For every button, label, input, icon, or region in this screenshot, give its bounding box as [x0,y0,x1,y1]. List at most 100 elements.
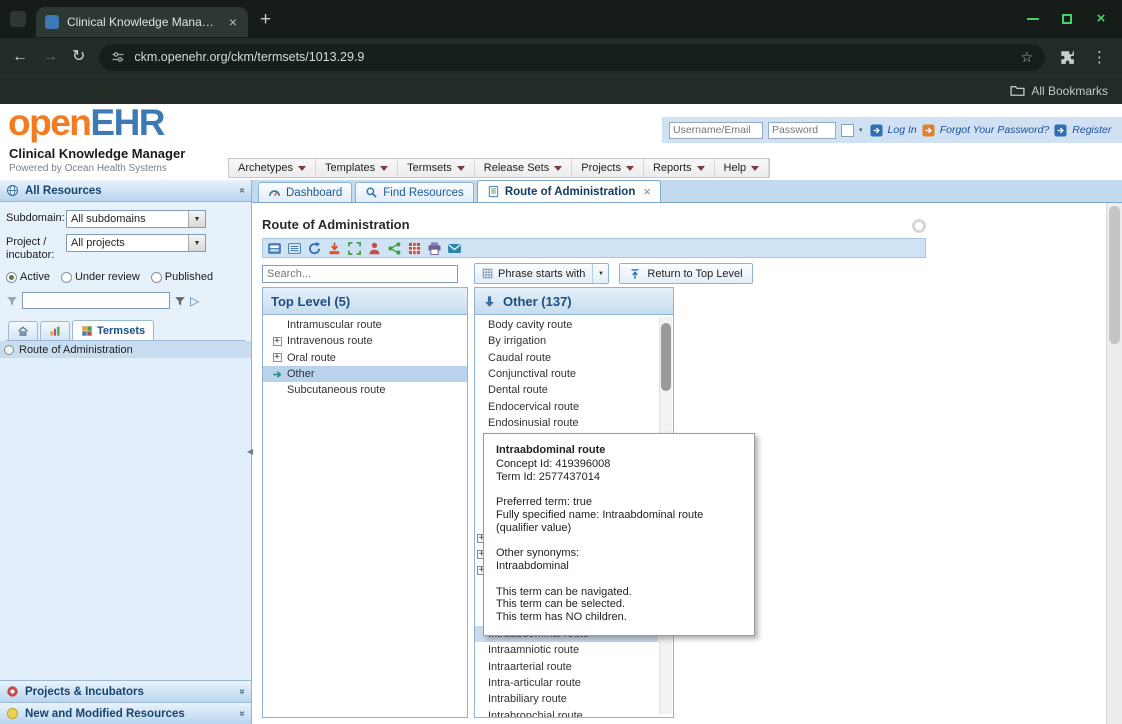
tab-close-icon[interactable]: × [227,15,239,29]
menu-item-reports[interactable]: Reports [644,159,715,177]
fit-screen-icon[interactable] [347,241,362,256]
tab-close-icon[interactable]: × [643,185,651,198]
expand-icon[interactable]: + [273,353,282,362]
password-field[interactable] [768,122,836,139]
page-scrollbar[interactable] [1106,203,1122,724]
list-item[interactable]: Intraamniotic route [475,642,658,658]
run-filter-icon[interactable]: ▷ [190,295,199,307]
list-item[interactable]: Intra-articular route [475,675,658,691]
back-icon[interactable]: ← [12,49,28,65]
search-input[interactable] [262,265,458,283]
list-item[interactable]: Body cavity route [475,317,673,333]
projects-incubators-panel[interactable]: Projects & Incubators » [0,680,251,702]
radio-under-review[interactable]: Under review [61,271,140,283]
tab-find-resources[interactable]: Find Resources [355,182,474,202]
new-tab-button[interactable]: + [260,10,271,29]
caret-down-icon [751,166,759,171]
star-icon[interactable]: ☆ [1020,49,1033,66]
minimize-icon[interactable] [1026,12,1040,26]
list-view-icon[interactable] [287,241,302,256]
term-tooltip: Intraabdominal route Concept Id: 4193960… [483,433,755,636]
expand-icon[interactable]: + [271,353,283,362]
all-bookmarks-label[interactable]: All Bookmarks [1031,84,1108,98]
menu-item-templates[interactable]: Templates [316,159,398,177]
list-item[interactable]: +Intravenous route [263,333,467,349]
mail-icon[interactable] [447,241,462,256]
download-icon[interactable] [327,241,342,256]
radio-active[interactable]: Active [6,271,50,283]
tab-dashboard[interactable]: Dashboard [258,182,352,202]
list-item[interactable]: Dental route [475,382,673,398]
url-bar[interactable]: ckm.openehr.org/ckm/termsets/1013.29.9 ☆ [99,44,1045,71]
apply-filter-icon[interactable] [174,295,186,307]
forward-icon[interactable]: → [42,49,58,65]
select-arrow-icon[interactable]: ▼ [188,211,205,227]
caret-down-icon[interactable]: ▾ [859,126,863,134]
close-icon[interactable]: × [1094,12,1108,26]
select-arrow-icon[interactable]: ▼ [188,235,205,251]
sidebar-collapse-icon[interactable]: ◀ [247,448,253,456]
sidebar-tab-termsets[interactable]: Termsets [72,320,154,340]
filter-input[interactable] [22,292,170,309]
sidebar-tab-charts[interactable] [40,321,70,340]
scrollbar-thumb[interactable] [661,323,671,391]
caret-down-icon[interactable]: ▼ [592,264,608,283]
list-item[interactable]: Other [263,366,467,382]
table-icon[interactable] [407,241,422,256]
menu-item-archetypes[interactable]: Archetypes [229,159,316,177]
collapse-chevron-icon[interactable]: » [237,188,248,194]
forgot-password-link[interactable]: Forgot Your Password? [940,124,1050,136]
tree-item-route-of-administration[interactable]: Route of Administration [0,341,251,358]
radio-published[interactable]: Published [151,271,213,283]
log-in-button[interactable]: Log In [888,124,917,136]
list-item[interactable]: Subcutaneous route [263,382,467,398]
menu-item-release-sets[interactable]: Release Sets [475,159,572,177]
list-item[interactable]: Intrabronchial route [475,707,658,717]
tune-icon[interactable] [111,50,125,64]
list-item[interactable]: Intramuscular route [263,317,467,333]
reload-icon[interactable]: ↻ [72,49,85,65]
tab-route-of-administration[interactable]: Route of Administration × [477,180,661,202]
main-column: Dashboard Find Resources Route of Admini… [252,180,1122,724]
phrase-starts-with-button[interactable]: Phrase starts with ▼ [474,263,609,284]
list-item[interactable]: Caudal route [475,350,673,366]
expand-icon[interactable]: + [271,337,283,346]
list-item[interactable]: Intraarterial route [475,659,658,675]
list-item[interactable]: Endocervical route [475,398,673,414]
card-view-icon[interactable] [267,241,282,256]
browser-app-icon[interactable] [10,11,26,27]
extensions-icon[interactable] [1059,49,1075,65]
new-modified-resources-panel[interactable]: New and Modified Resources » [0,702,251,724]
url-text[interactable]: ckm.openehr.org/ckm/termsets/1013.29.9 [134,50,1011,64]
subdomain-select[interactable]: All subdomains ▼ [66,210,206,228]
maximize-icon[interactable] [1060,12,1074,26]
list-item-label: Intrabronchial route [488,710,583,717]
project-select[interactable]: All projects ▼ [66,234,206,252]
expand-chevron-icon[interactable]: » [237,711,248,717]
sidebar-tab-home[interactable] [8,321,38,340]
list-item[interactable]: +Oral route [263,350,467,366]
menu-kebab-icon[interactable]: ⋮ [1089,48,1110,66]
caret-down-icon [626,166,634,171]
menu-item-termsets[interactable]: Termsets [398,159,475,177]
user-icon[interactable] [367,241,382,256]
expand-chevron-icon[interactable]: » [237,689,248,695]
username-field[interactable] [669,122,763,139]
all-resources-header[interactable]: All Resources » [0,180,251,202]
return-to-top-level-button[interactable]: Return to Top Level [619,263,752,284]
expand-icon[interactable]: + [273,337,282,346]
list-item[interactable]: Intrabiliary route [475,691,658,707]
share-icon[interactable] [387,241,402,256]
register-link[interactable]: Register [1072,124,1111,136]
refresh-icon[interactable] [307,241,322,256]
list-item-label: Body cavity route [488,319,572,331]
menu-item-projects[interactable]: Projects [572,159,644,177]
remember-me-checkbox[interactable] [841,124,854,137]
scrollbar-thumb[interactable] [1109,206,1120,344]
list-item[interactable]: Endosinusial route [475,415,673,431]
browser-tab[interactable]: Clinical Knowledge Manager × [36,7,248,37]
menu-item-help[interactable]: Help [715,159,770,177]
list-item[interactable]: Conjunctival route [475,366,673,382]
print-icon[interactable] [427,241,442,256]
list-item[interactable]: By irrigation [475,333,673,349]
